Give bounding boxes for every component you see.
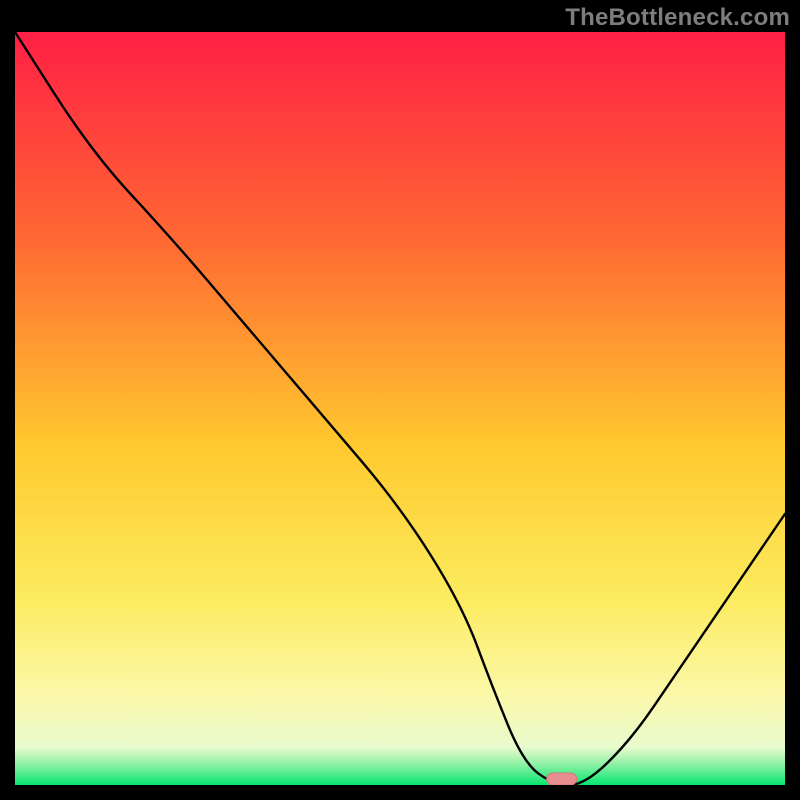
gradient-rect	[15, 32, 785, 785]
plot-area	[15, 32, 785, 785]
optimum-marker	[547, 773, 577, 785]
watermark-text: TheBottleneck.com	[565, 4, 790, 32]
chart-frame: TheBottleneck.com	[0, 0, 800, 800]
chart-svg	[15, 32, 785, 785]
